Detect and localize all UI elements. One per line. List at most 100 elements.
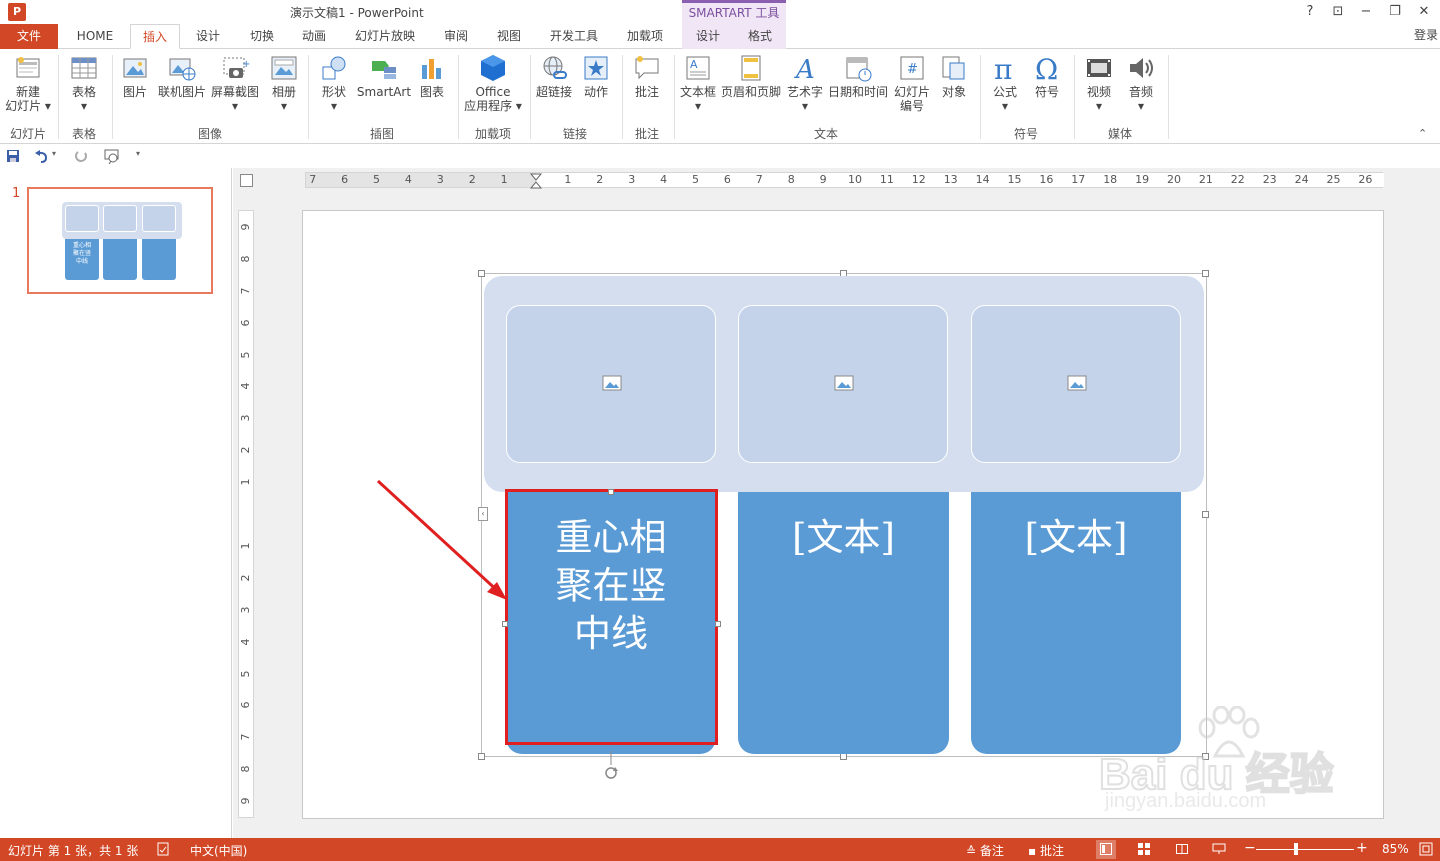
- indent-marker-icon[interactable]: [530, 173, 542, 189]
- online-picture-button[interactable]: 联机图片: [156, 53, 208, 99]
- zoom-slider-thumb[interactable]: [1294, 843, 1298, 855]
- horizontal-ruler-ticks: 7 6 5 4 3 2 1 1 2 3 4 5 6 7 8 9 10 11 12 13 14 15 16 17 18 19 20 21…: [306, 173, 1384, 187]
- header-footer-button[interactable]: 页眉和页脚: [718, 53, 784, 99]
- zoom-out-button[interactable]: −: [1244, 840, 1256, 856]
- fit-to-window-icon[interactable]: [1419, 842, 1433, 856]
- zoom-in-button[interactable]: +: [1356, 840, 1368, 856]
- header-footer-label: 页眉和页脚: [720, 85, 781, 99]
- smartart-text-3[interactable]: [文本]: [971, 514, 1181, 562]
- calendar-icon: [846, 57, 872, 82]
- group-label-symbols: 符号: [1013, 127, 1038, 141]
- picture-placeholder-2[interactable]: [738, 305, 948, 463]
- rotate-handle-icon[interactable]: [601, 751, 621, 781]
- redo-icon[interactable]: [74, 149, 88, 163]
- resize-handle[interactable]: [478, 753, 485, 760]
- tab-view[interactable]: 视图: [485, 24, 533, 49]
- notes-button[interactable]: ≙ 备注: [966, 842, 1004, 859]
- new-slide-button[interactable]: 新建 幻灯片 ▾: [4, 53, 52, 113]
- picture-button[interactable]: 图片: [116, 53, 154, 99]
- ribbon-display-options-icon[interactable]: ⊡: [1324, 2, 1352, 22]
- slide-canvas[interactable]: ‹ 重心相聚在竖中线 [文本] [文本] Bai du 经验 jingyan.b…: [302, 210, 1384, 819]
- tab-design[interactable]: 设计: [184, 24, 232, 49]
- symbol-button[interactable]: Ω 符号: [1026, 53, 1068, 99]
- resize-handle[interactable]: [478, 270, 485, 277]
- smartart-button[interactable]: SmartArt: [356, 53, 412, 99]
- smartart-text-2[interactable]: [文本]: [738, 514, 949, 562]
- reading-view-icon[interactable]: [1176, 843, 1188, 855]
- zoom-level[interactable]: 85%: [1382, 842, 1409, 856]
- comment-button[interactable]: 批注: [626, 53, 668, 99]
- equation-button[interactable]: π 公式 ▾: [984, 53, 1026, 113]
- undo-icon[interactable]: [34, 149, 50, 163]
- restore-button[interactable]: ❐: [1381, 2, 1409, 22]
- resize-handle[interactable]: [1202, 511, 1209, 518]
- picture-placeholder-1[interactable]: [506, 305, 716, 463]
- shape-handle[interactable]: [715, 621, 721, 627]
- photo-album-button[interactable]: 相册 ▾: [264, 53, 304, 113]
- shapes-button[interactable]: 形状 ▾: [312, 53, 356, 113]
- textbox-button[interactable]: A 文本框 ▾: [678, 53, 718, 113]
- comments-button[interactable]: ▪ 批注: [1028, 842, 1064, 859]
- table-button[interactable]: 表格 ▾: [62, 53, 106, 113]
- tab-smartart-format[interactable]: 格式: [734, 24, 786, 49]
- tab-addins[interactable]: 加载项: [616, 24, 674, 49]
- shape-handle[interactable]: [608, 489, 614, 495]
- tab-selector[interactable]: [240, 174, 253, 187]
- insert-picture-icon[interactable]: [602, 375, 622, 391]
- smartart-label: SmartArt: [356, 85, 412, 99]
- smartart-text-box-2[interactable]: [文本]: [738, 492, 949, 754]
- insert-picture-icon[interactable]: [1067, 375, 1087, 391]
- zoom-slider-track[interactable]: [1256, 849, 1354, 850]
- normal-view-icon[interactable]: [1100, 843, 1112, 855]
- spell-check-icon[interactable]: [156, 842, 170, 856]
- start-from-beginning-icon[interactable]: [104, 148, 120, 164]
- customize-qat-icon[interactable]: ▾: [136, 149, 140, 158]
- svg-text:#: #: [907, 62, 918, 77]
- resize-handle[interactable]: [1202, 270, 1209, 277]
- help-icon[interactable]: ?: [1296, 2, 1324, 22]
- minimize-button[interactable]: −: [1352, 2, 1380, 22]
- video-label: 视频: [1086, 85, 1111, 99]
- tab-transitions[interactable]: 切换: [238, 24, 286, 49]
- tab-animations[interactable]: 动画: [290, 24, 338, 49]
- ruler-tick-label: 1: [239, 478, 252, 486]
- group-label-text: 文本: [813, 127, 838, 141]
- tab-smartart-design[interactable]: 设计: [682, 24, 734, 49]
- hyperlink-button[interactable]: 超链接: [534, 53, 574, 99]
- tab-review[interactable]: 审阅: [432, 24, 480, 49]
- chart-button[interactable]: 图表: [412, 53, 452, 99]
- tab-developer[interactable]: 开发工具: [540, 24, 608, 49]
- ribbon-tabs: 文件 HOME 插入 设计 切换 动画 幻灯片放映 审阅 视图 开发工具 加载项…: [0, 24, 1440, 49]
- powerpoint-app-icon[interactable]: P: [8, 3, 26, 21]
- group-separator: [674, 55, 675, 139]
- screenshot-button[interactable]: + 屏幕截图 ▾: [208, 53, 262, 113]
- picture-placeholder-3[interactable]: [971, 305, 1181, 463]
- shape-handle[interactable]: [502, 621, 508, 627]
- slide-sorter-icon[interactable]: [1138, 843, 1150, 855]
- tab-file[interactable]: 文件: [0, 24, 58, 49]
- insert-picture-icon[interactable]: [834, 375, 854, 391]
- slideshow-icon[interactable]: [1212, 843, 1226, 855]
- tab-home[interactable]: HOME: [66, 24, 124, 49]
- resize-handle[interactable]: [840, 753, 847, 760]
- video-button[interactable]: 视频 ▾: [1078, 53, 1120, 113]
- object-button[interactable]: 对象: [934, 53, 974, 99]
- tab-insert[interactable]: 插入: [130, 24, 180, 49]
- login-link[interactable]: 登录: [1414, 26, 1438, 43]
- slide-number-button[interactable]: # 幻灯片 编号: [890, 53, 934, 113]
- status-bar: 幻灯片 第 1 张，共 1 张 中文(中国) ≙ 备注 ▪ 批注 − + 85%: [0, 838, 1440, 861]
- action-button[interactable]: 动作: [576, 53, 616, 99]
- close-button[interactable]: ✕: [1410, 2, 1438, 22]
- office-apps-button[interactable]: Office 应用程序 ▾: [462, 53, 524, 113]
- undo-dropdown-icon[interactable]: ▾: [52, 149, 56, 158]
- date-time-button[interactable]: 日期和时间: [826, 53, 890, 99]
- save-icon[interactable]: [6, 149, 20, 163]
- vertical-ruler[interactable]: 9 8 7 6 5 4 3 2 1 1 2 3 4 5 6 7 8 9: [238, 210, 254, 818]
- slide-thumbnail[interactable]: 重心相聚在竖中线: [27, 187, 213, 294]
- horizontal-ruler[interactable]: 7 6 5 4 3 2 1 1 2 3 4 5 6 7 8 9 10 11 12 13 14 15 16 17 18 19 20 21…: [305, 172, 1384, 189]
- audio-button[interactable]: 音频 ▾: [1120, 53, 1162, 113]
- wordart-button[interactable]: A 艺术字 ▾: [784, 53, 826, 113]
- language-status[interactable]: 中文(中国): [190, 842, 247, 859]
- collapse-ribbon-icon[interactable]: ⌃: [1418, 127, 1427, 140]
- tab-slideshow[interactable]: 幻灯片放映: [346, 24, 424, 49]
